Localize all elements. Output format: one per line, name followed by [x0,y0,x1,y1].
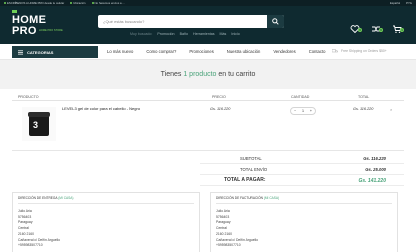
nav-link-how-to-buy[interactable]: Como comprar? [146,49,176,54]
topbar-contact[interactable]: ESCRÍBENOS A HOME PRO desde tu celular [4,1,64,5]
free-shipping-note: Free Shipping on Orders $50+ [332,49,387,53]
product-jar: 3 [28,112,50,136]
tag-link[interactable]: Inicio [231,32,239,36]
search-bar: ¿Qué estás buscando? [98,15,284,28]
menu-icon [18,49,23,54]
logo-mark [12,10,17,13]
column-price: PRECIO [212,95,226,99]
location-icon [70,2,73,4]
nav-link-sellers[interactable]: Vendedores [273,49,295,54]
cart-title-band: Tienes 1 producto en tu carrito [0,60,416,89]
billing-address-card: DIRECCIÓN DE FACTURACIÓN (MI CASA) Julio… [210,192,398,252]
nav-link-new[interactable]: Lo más nuevo [107,49,133,54]
divider [216,203,392,204]
compare-count: 0 [379,28,383,32]
categories-button[interactable]: CATEGORIAS [12,46,98,58]
column-total: TOTAL [358,95,370,99]
delivery-address-heading: DIRECCIÓN DE ENTREGA (MI CASA) [18,196,74,200]
billing-address-heading: DIRECCIÓN DE FACTURACIÓN (MI CASA) [216,196,280,200]
tag-link[interactable]: Más [220,32,227,36]
shipping-total-row: TOTAL ENVÍO Gs. 25.000 [200,165,404,175]
billing-address-lines: Julio Aria 5756403 Paraguay Central 2160… [216,209,259,248]
search-input[interactable]: ¿Qué estás buscando? [103,19,144,24]
header-icons: 0 0 1 [350,21,404,34]
nav-links: Lo más nuevo Como comprar? Promociones N… [107,49,325,54]
cart-table-header: PRODUCTO PRECIO CANTIDAD TOTAL [12,92,404,101]
compare-button[interactable]: 0 [371,21,383,32]
nav-link-promotions[interactable]: Promociones [189,49,213,54]
truck-icon [332,49,338,53]
decrease-button[interactable]: − [294,109,296,113]
topbar-shipping[interactable]: No hacemos envíos a ... [91,1,125,5]
nav-link-location[interactable]: Nuestra ubicación [227,49,261,54]
product-name[interactable]: LEVEL3 gel de color para el cabello - Ne… [62,106,140,111]
wishlist-count: 0 [358,28,362,32]
tag-link[interactable]: Herramientas [193,32,215,36]
grand-total-row: TOTAL A PAGAR: Gs. 141.220 [200,176,404,186]
table-row: 3 LEVEL3 gel de color para el cabello - … [12,102,404,148]
product-price: Gs. 116.220 [210,107,231,111]
cart-count: 1 [400,28,404,32]
line-total: Gs. 116.220 [353,107,374,111]
wishlist-button[interactable]: 0 [350,21,362,34]
divider [18,203,194,204]
nav-link-contact[interactable]: Contacto [309,49,326,54]
quantity-stepper: − 1 + [290,107,316,115]
search-button[interactable] [267,15,284,28]
subtotal-row: SUBTOTAL Gs. 116.220 [200,154,404,164]
page-title: Tienes 1 producto en tu carrito [160,71,256,78]
site-header: HOME PRO HOME PRO STORE ¿Qué estás busca… [0,6,416,44]
search-icon [272,18,279,25]
product-image[interactable]: 3 [22,107,56,141]
quantity-value[interactable]: 1 [302,109,304,113]
popular-tags: Muy buscado: Promoción Baño Herramientas… [130,32,240,36]
cart-button[interactable]: 1 [392,21,404,33]
language-selector[interactable]: Español [390,1,400,5]
whatsapp-icon [4,2,6,4]
currency-selector[interactable]: PYG [406,1,412,5]
delivery-address-card: DIRECCIÓN DE ENTREGA (MI CASA) Julio Ari… [12,192,200,252]
main-nav: CATEGORIAS Lo más nuevo Como comprar? Pr… [0,44,416,60]
tag-link[interactable]: Baño [180,32,188,36]
column-product: PRODUCTO [18,95,39,99]
truck-icon [91,2,94,4]
column-quantity: CANTIDAD [291,95,310,99]
divider [12,150,404,151]
increase-button[interactable]: + [310,109,312,113]
delivery-address-lines: Julio Aria 5756403 Paraguay Central 2160… [18,209,61,248]
product-jar-lid [28,112,50,117]
remove-item-button[interactable]: × [390,107,392,112]
logo[interactable]: HOME PRO HOME PRO STORE [12,10,74,40]
tag-link[interactable]: Promoción [157,32,174,36]
topbar-location[interactable]: Ubicación [70,1,86,5]
